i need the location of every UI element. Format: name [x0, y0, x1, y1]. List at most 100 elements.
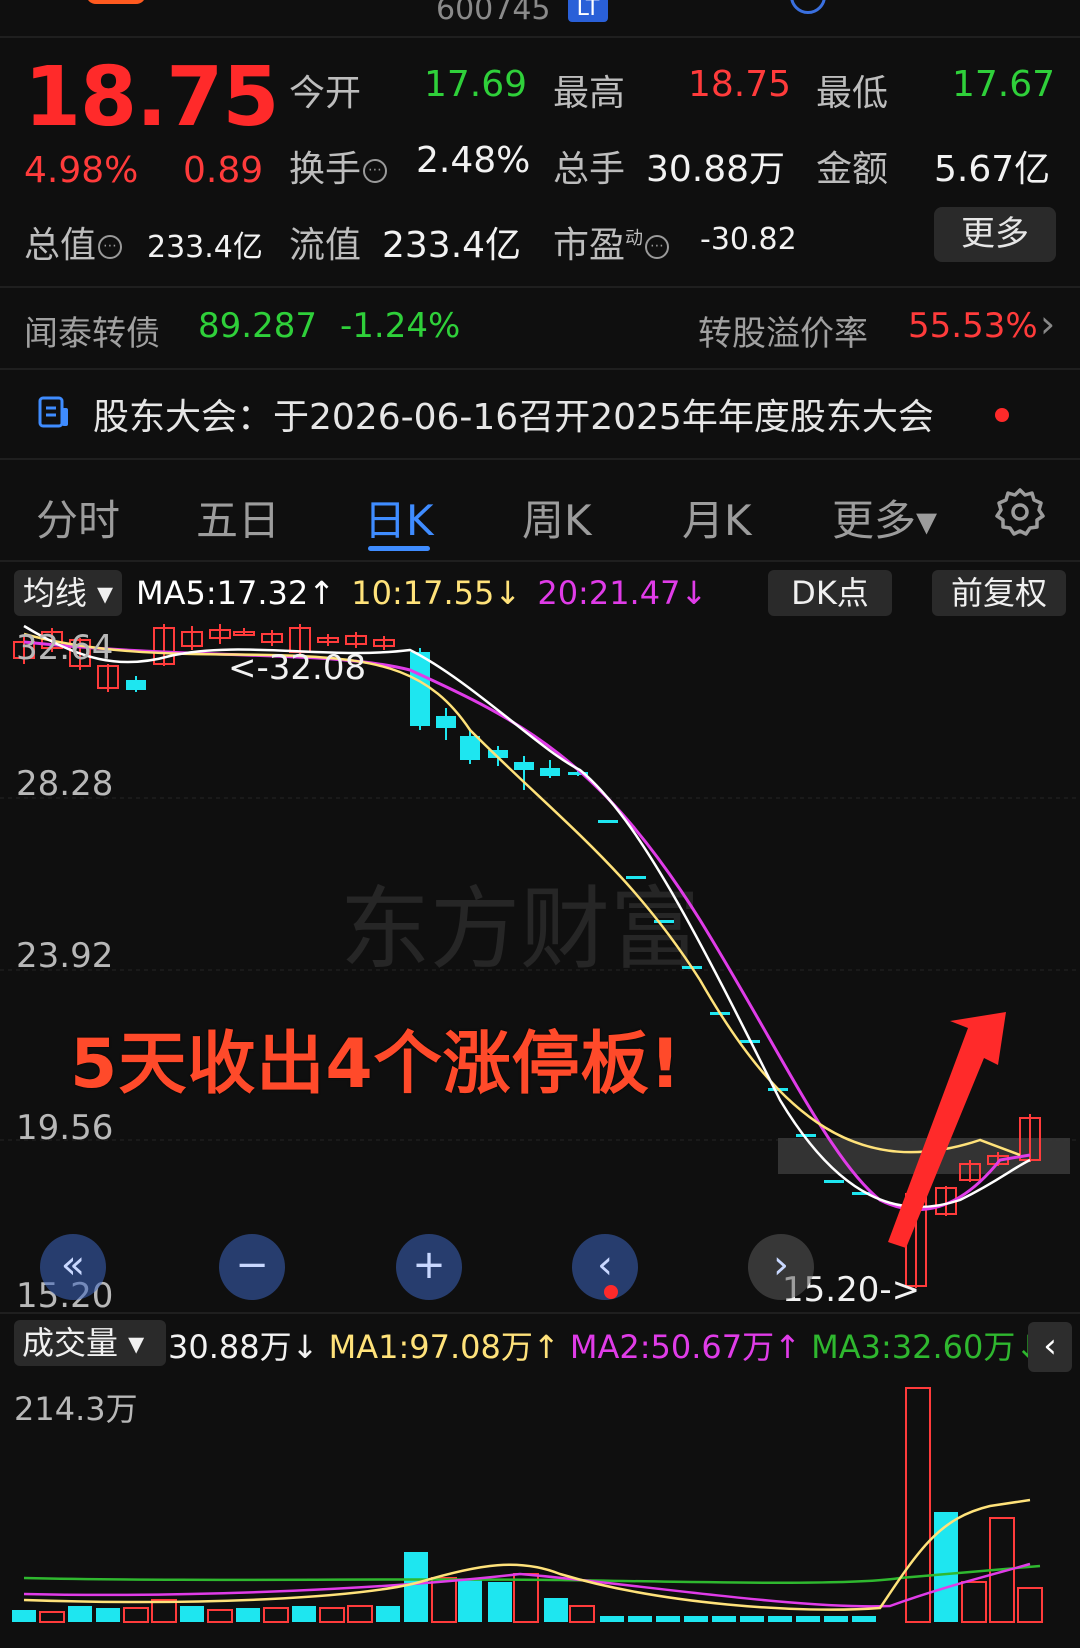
open-label: 今开 — [289, 73, 362, 114]
y-label-23-92: 23.92 — [16, 936, 114, 976]
high-label: 最高 — [553, 73, 626, 114]
volume-bar — [458, 1580, 482, 1622]
volume-bar — [488, 1582, 512, 1622]
adjust-mode-button[interactable]: 前复权 — [932, 570, 1066, 616]
more-button[interactable]: 更多 — [934, 207, 1056, 262]
candle-body — [598, 820, 618, 823]
market-badge: LT — [568, 0, 608, 22]
volume-bar — [740, 1616, 764, 1622]
volume-bar — [544, 1598, 568, 1622]
turnover-label[interactable]: 换手 ⋯ — [289, 140, 388, 192]
volume-ma-lines — [23, 1498, 1041, 1611]
volume-bar — [628, 1616, 652, 1622]
low-value: 17.67 — [952, 64, 1056, 105]
candle-body — [514, 762, 534, 770]
y-label-32-64: 32.64 — [16, 628, 114, 668]
volume-bar — [934, 1512, 958, 1622]
volume-bar — [180, 1606, 204, 1622]
volume-bar — [123, 1607, 149, 1623]
market-cap-value: 233.4亿 — [147, 230, 263, 265]
volume-bar — [376, 1606, 400, 1622]
ma-legend: MA5:17.32↑ 10:17.55↓ 20:21.47↓ — [136, 574, 713, 612]
volume-bar — [68, 1606, 92, 1622]
candle-body — [540, 768, 560, 776]
info-icon[interactable]: ⋯ — [645, 235, 670, 259]
volume-selector[interactable]: 成交量 ▾ — [14, 1320, 166, 1366]
zoom-out-button[interactable]: − — [219, 1234, 285, 1300]
volume-bar — [207, 1609, 233, 1623]
volume-bar — [600, 1616, 624, 1622]
tab-monthly-k[interactable]: 月K — [682, 487, 752, 548]
volume-bar — [39, 1611, 65, 1623]
amount-label: 金额 — [816, 149, 889, 190]
volume-bar — [796, 1616, 820, 1622]
candle-body — [436, 716, 456, 728]
pe-label-text: 市盈 — [553, 225, 626, 266]
watermark: 东方财富 — [340, 877, 700, 982]
tab-daily-k[interactable]: 日K — [364, 487, 434, 548]
pe-label[interactable]: 市盈动 ⋯ — [553, 216, 670, 268]
candle-body — [626, 876, 646, 879]
volume-bar — [684, 1616, 708, 1622]
bond-name[interactable]: 闻泰转债 — [24, 306, 160, 355]
bond-change: -1.24% — [340, 306, 461, 346]
float-cap-label: 流值 — [289, 225, 362, 266]
zoom-in-button[interactable]: + — [396, 1234, 462, 1300]
premium-label: 转股溢价率 — [698, 314, 868, 354]
pe-dynamic-mark: 动 — [625, 228, 644, 249]
rewind-button[interactable]: « — [40, 1234, 106, 1300]
app-logo — [86, 0, 146, 4]
unread-dot — [995, 408, 1009, 422]
bond-price: 89.287 — [198, 306, 317, 346]
candle-body — [126, 680, 146, 690]
volume-bar — [1017, 1587, 1043, 1623]
high-marker: <-32.08 — [228, 648, 367, 688]
candlestick-chart[interactable]: 东方财富 — [0, 620, 1080, 1310]
volume-bar — [513, 1573, 539, 1623]
market-cap-label[interactable]: 总值 ⋯ — [24, 216, 123, 268]
volume-bars — [12, 1387, 1043, 1623]
collapse-button[interactable]: ‹ — [1028, 1322, 1072, 1372]
last-price: 18.75 — [24, 50, 279, 145]
info-icon[interactable]: ⋯ — [98, 235, 123, 259]
tab-weekly-k[interactable]: 周K — [522, 487, 592, 548]
volume-max-label: 214.3万 — [14, 1390, 138, 1428]
ma-selector[interactable]: 均线 ▾ — [14, 570, 122, 616]
gear-icon[interactable] — [994, 486, 1046, 538]
turnover-label-text: 换手 — [289, 149, 362, 190]
low-label: 最低 — [816, 73, 889, 114]
candle-body — [824, 1180, 844, 1183]
dk-point-button[interactable]: DK点 — [768, 570, 892, 616]
volume-bar — [263, 1607, 289, 1623]
change-amount: 0.89 — [183, 150, 264, 191]
volume-bar — [852, 1616, 876, 1622]
info-icon[interactable]: ⋯ — [363, 159, 388, 183]
volume-current: 30.88万↓ — [168, 1328, 319, 1366]
high-value: 18.75 — [688, 64, 792, 105]
volume-bar — [768, 1616, 792, 1622]
volume-bar — [712, 1616, 736, 1622]
tab-more[interactable]: 更多▾ — [832, 487, 937, 548]
volume-bar — [569, 1605, 595, 1623]
y-label-19-56: 19.56 — [16, 1108, 114, 1148]
float-cap-value: 233.4亿 — [382, 225, 522, 266]
volume-bar — [824, 1616, 848, 1622]
tab-intraday[interactable]: 分时 — [36, 487, 120, 548]
volume-bar — [961, 1581, 987, 1623]
next-button[interactable]: › — [748, 1234, 814, 1300]
chevron-right-icon[interactable]: › — [1040, 302, 1055, 346]
search-icon[interactable] — [790, 0, 826, 14]
volume-bar — [292, 1606, 316, 1622]
tab-five-day[interactable]: 五日 — [196, 487, 280, 548]
limit-up-annotation: 5天收出4个涨停板! — [70, 1025, 682, 1104]
volume-bar — [151, 1599, 177, 1623]
shareholder-meeting-notice[interactable]: 股东大会：于2026-06-16召开2025年年度股东大会 — [93, 388, 934, 440]
pe-value: -30.82 — [700, 222, 797, 257]
ma5-value: MA5:17.32↑ — [136, 574, 336, 612]
candle-body — [460, 736, 480, 760]
ma10-value: 10:17.55↓ — [351, 574, 522, 612]
change-percent: 4.98% — [24, 150, 139, 191]
turnover-value: 2.48% — [416, 140, 531, 181]
volume-value: 30.88万 — [646, 149, 786, 190]
volume-ma2: MA2:50.67万↑ — [569, 1328, 801, 1366]
